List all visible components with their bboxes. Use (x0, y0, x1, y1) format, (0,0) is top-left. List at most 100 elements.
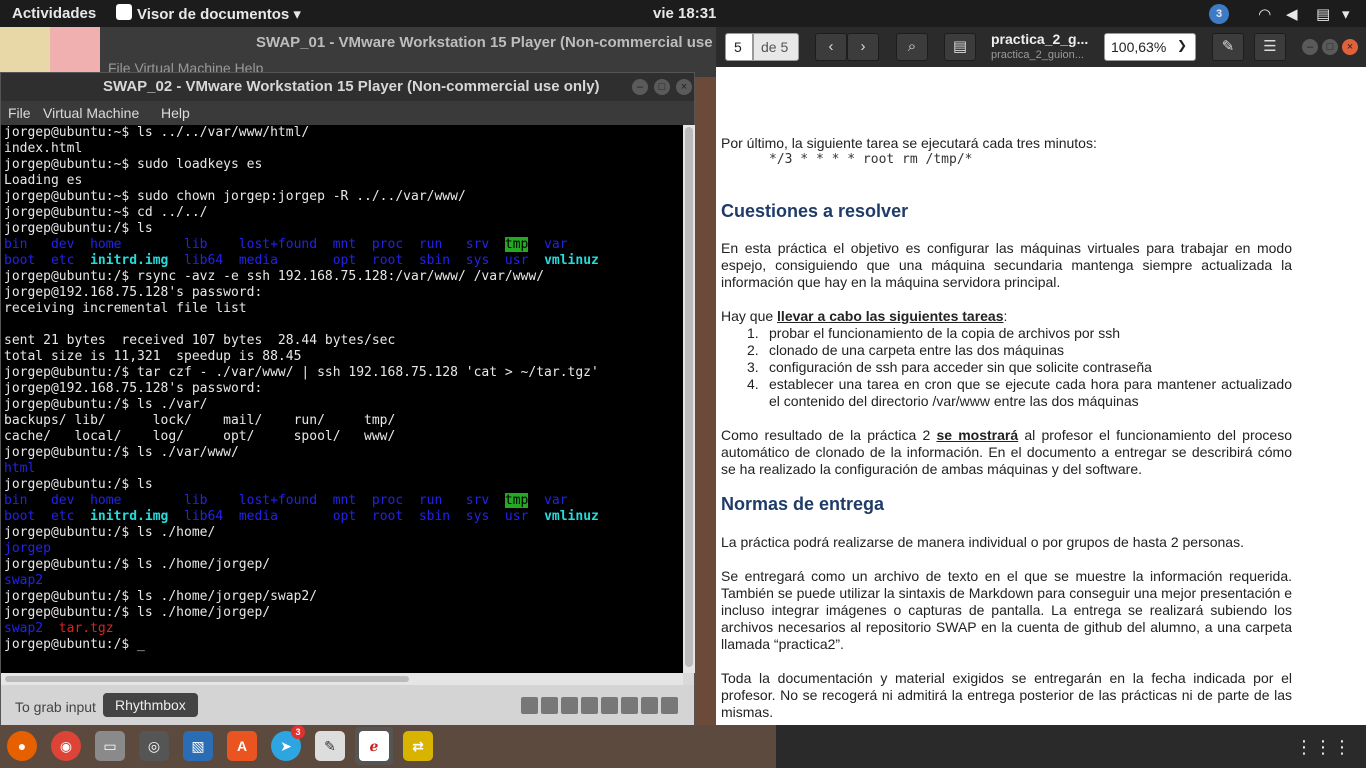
terminal-text: tar.tgz (58, 621, 114, 636)
scrollbar-thumb[interactable] (685, 127, 693, 667)
menu-help[interactable]: Help (161, 105, 190, 121)
task-text: probar el funcionamiento de la copia de … (769, 325, 1120, 341)
text-editor-icon[interactable]: ✎ (315, 731, 345, 761)
terminal-line: jorgep@ubuntu:/$ ls (4, 477, 683, 493)
maximize-button[interactable]: □ (1322, 39, 1338, 55)
tooltip: Rhythmbox (103, 693, 198, 717)
telegram-icon[interactable]: ➤ 3 (271, 725, 305, 761)
terminal-text: jorgep@ubuntu:/$ _ (4, 637, 145, 652)
sidebar-toggle-button[interactable]: ▤ (944, 33, 976, 61)
volume-icon[interactable]: ◀ (1286, 5, 1298, 23)
annotate-button[interactable]: ✎ (1212, 33, 1244, 61)
page-number-input[interactable]: 5 (725, 33, 753, 61)
vmware-window[interactable]: SWAP_02 - VMware Workstation 15 Player (… (0, 72, 695, 725)
scrollbar-thumb[interactable] (5, 676, 409, 682)
zoom-value: 100,63% (1111, 39, 1167, 55)
search-button[interactable]: ⌕ (896, 33, 928, 61)
menu-button[interactable]: ☰ (1254, 33, 1286, 61)
task-list-item: 1. probar el funcionamiento de la copia d… (721, 325, 1292, 342)
code-line: */3 * * * * root rm /tmp/* (769, 152, 973, 167)
terminal-line: bin dev home lib lost+found mnt proc run… (4, 493, 683, 509)
hdd-device-icon[interactable] (541, 697, 558, 714)
terminal-line: jorgep@ubuntu:~$ cd ../../ (4, 205, 683, 221)
previous-page-button[interactable]: ‹ (815, 33, 847, 61)
terminal-line: jorgep (4, 541, 683, 557)
menu-virtual-machine[interactable]: Virtual Machine (43, 105, 139, 121)
document-viewer-app-icon (116, 4, 132, 20)
clipboard-icon[interactable]: ▤ (1316, 5, 1330, 23)
terminal-line: swap2 tar.tgz (4, 621, 683, 637)
files-icon[interactable]: ▭ (95, 731, 125, 761)
maximize-button[interactable]: □ (654, 79, 670, 95)
horizontal-scrollbar[interactable] (1, 673, 683, 685)
menu-file[interactable]: File (8, 105, 31, 121)
terminal-text: html (4, 461, 36, 476)
window-titlebar[interactable]: SWAP_02 - VMware Workstation 15 Player (… (1, 73, 694, 101)
network-device-icon[interactable] (521, 697, 538, 714)
terminal-line: cache/ local/ log/ opt/ spool/ www/ (4, 429, 683, 445)
vmware-icon[interactable]: ◎ (139, 731, 169, 761)
menubar: File Virtual Machine Help (1, 101, 694, 125)
app-menu-button[interactable]: Visor de documentos ▾ (137, 5, 301, 23)
document-page: Por último, la siguiente tarea se ejecut… (716, 67, 1366, 725)
paragraph: En esta práctica el objetivo es configur… (721, 240, 1292, 290)
terminal-text: tmp (504, 493, 529, 508)
next-page-button[interactable]: › (847, 33, 879, 61)
terminal-text: jorgep@ubuntu:/$ ls ./home/jorgep/swap2/ (4, 589, 318, 604)
terminal-line: bin dev home lib lost+found mnt proc run… (4, 237, 683, 253)
task-text: configuración de ssh para acceder sin qu… (769, 359, 1152, 375)
terminal-line: jorgep@ubuntu:/$ ls ./home/jorgep/swap2/ (4, 589, 683, 605)
terminal-line: jorgep@ubuntu:/$ ls ./home/ (4, 525, 683, 541)
terminal-text: bin dev home lib lost+found mnt proc run… (4, 237, 505, 252)
usb-device-icon[interactable] (581, 697, 598, 714)
cd-device-icon[interactable] (561, 697, 578, 714)
terminal-text: tmp (504, 237, 529, 252)
paragraph: Por último, la siguiente tarea se ejecut… (721, 135, 1097, 151)
adapter-device-icon[interactable] (621, 697, 638, 714)
terminal-text: jorgep@192.168.75.128's password: (4, 381, 263, 396)
chrome-icon[interactable]: ◉ (51, 731, 81, 761)
paragraph: Se entregará como un archivo de texto en… (721, 568, 1292, 652)
vertical-scrollbar[interactable] (683, 125, 695, 673)
terminal-text: jorgep@ubuntu:~$ cd ../../ (4, 205, 208, 220)
terminal-text: initrd.img (90, 253, 169, 268)
terminal-line: jorgep@192.168.75.128's password: (4, 285, 683, 301)
trash-icon[interactable] (50, 27, 106, 72)
document-viewer-icon[interactable]: ℯ (355, 727, 393, 765)
system-menu-icon[interactable]: ▾ (1342, 5, 1350, 23)
text-span: Hay que (721, 308, 778, 324)
document-viewer-window[interactable]: 5 de 5 ‹ › ⌕ ▤ practica_2_g... practica_… (716, 27, 1366, 725)
wifi-icon[interactable]: ◠ (1259, 5, 1271, 23)
software-icon[interactable]: A (227, 731, 257, 761)
minimize-button[interactable]: – (1302, 39, 1318, 55)
terminal-line: jorgep@ubuntu:/$ tar czf - ./var/www/ | … (4, 365, 683, 381)
document-subtitle: practica_2_guion... (991, 49, 1084, 61)
clock[interactable]: vie 18:31 (653, 5, 716, 22)
close-button[interactable]: × (676, 79, 692, 95)
show-apps-icon[interactable]: ⋮⋮⋮ (1295, 737, 1352, 758)
writer-icon[interactable]: ▧ (183, 731, 213, 761)
terminal-line: jorgep@ubuntu:/$ ls ./home/jorgep/ (4, 605, 683, 621)
message-device-icon[interactable] (661, 697, 678, 714)
notification-badge[interactable]: 3 (1209, 4, 1229, 24)
zoom-select[interactable]: 100,63% ❯ (1104, 33, 1196, 61)
heading-normas: Normas de entrega (721, 494, 885, 514)
terminal-console[interactable]: jorgep@ubuntu:~$ ls ../../var/www/html/i… (1, 125, 683, 673)
vmware-window-back[interactable]: SWAP_01 - VMware Workstation 15 Player (… (100, 27, 716, 77)
heading-cuestiones: Cuestiones a resolver (721, 201, 909, 221)
close-button[interactable]: × (1342, 39, 1358, 55)
terminal-text: jorgep@ubuntu:/$ rsync -avz -e ssh 192.1… (4, 269, 545, 284)
terminal-line: jorgep@ubuntu:~$ sudo chown jorgep:jorge… (4, 189, 683, 205)
network-icon[interactable]: ⇄ (403, 731, 433, 761)
taskbar: ● ◉ ▭ ◎ ▧ A ➤ 3 ✎ ℯ ⇄ ⋮⋮⋮ (0, 725, 1366, 768)
task-number: 2. (747, 342, 759, 358)
minimize-button[interactable]: – (632, 79, 648, 95)
printer-device-icon[interactable] (601, 697, 618, 714)
sound-device-icon[interactable] (641, 697, 658, 714)
task-list-item: 3. configuración de ssh para acceder sin … (721, 359, 1292, 376)
activities-button[interactable]: Actividades (12, 5, 96, 22)
firefox-icon[interactable]: ● (7, 731, 37, 761)
task-text: clonado de una carpeta entre las dos máq… (769, 342, 1064, 358)
terminal-line: jorgep@ubuntu:~$ ls ../../var/www/html/ (4, 125, 683, 141)
